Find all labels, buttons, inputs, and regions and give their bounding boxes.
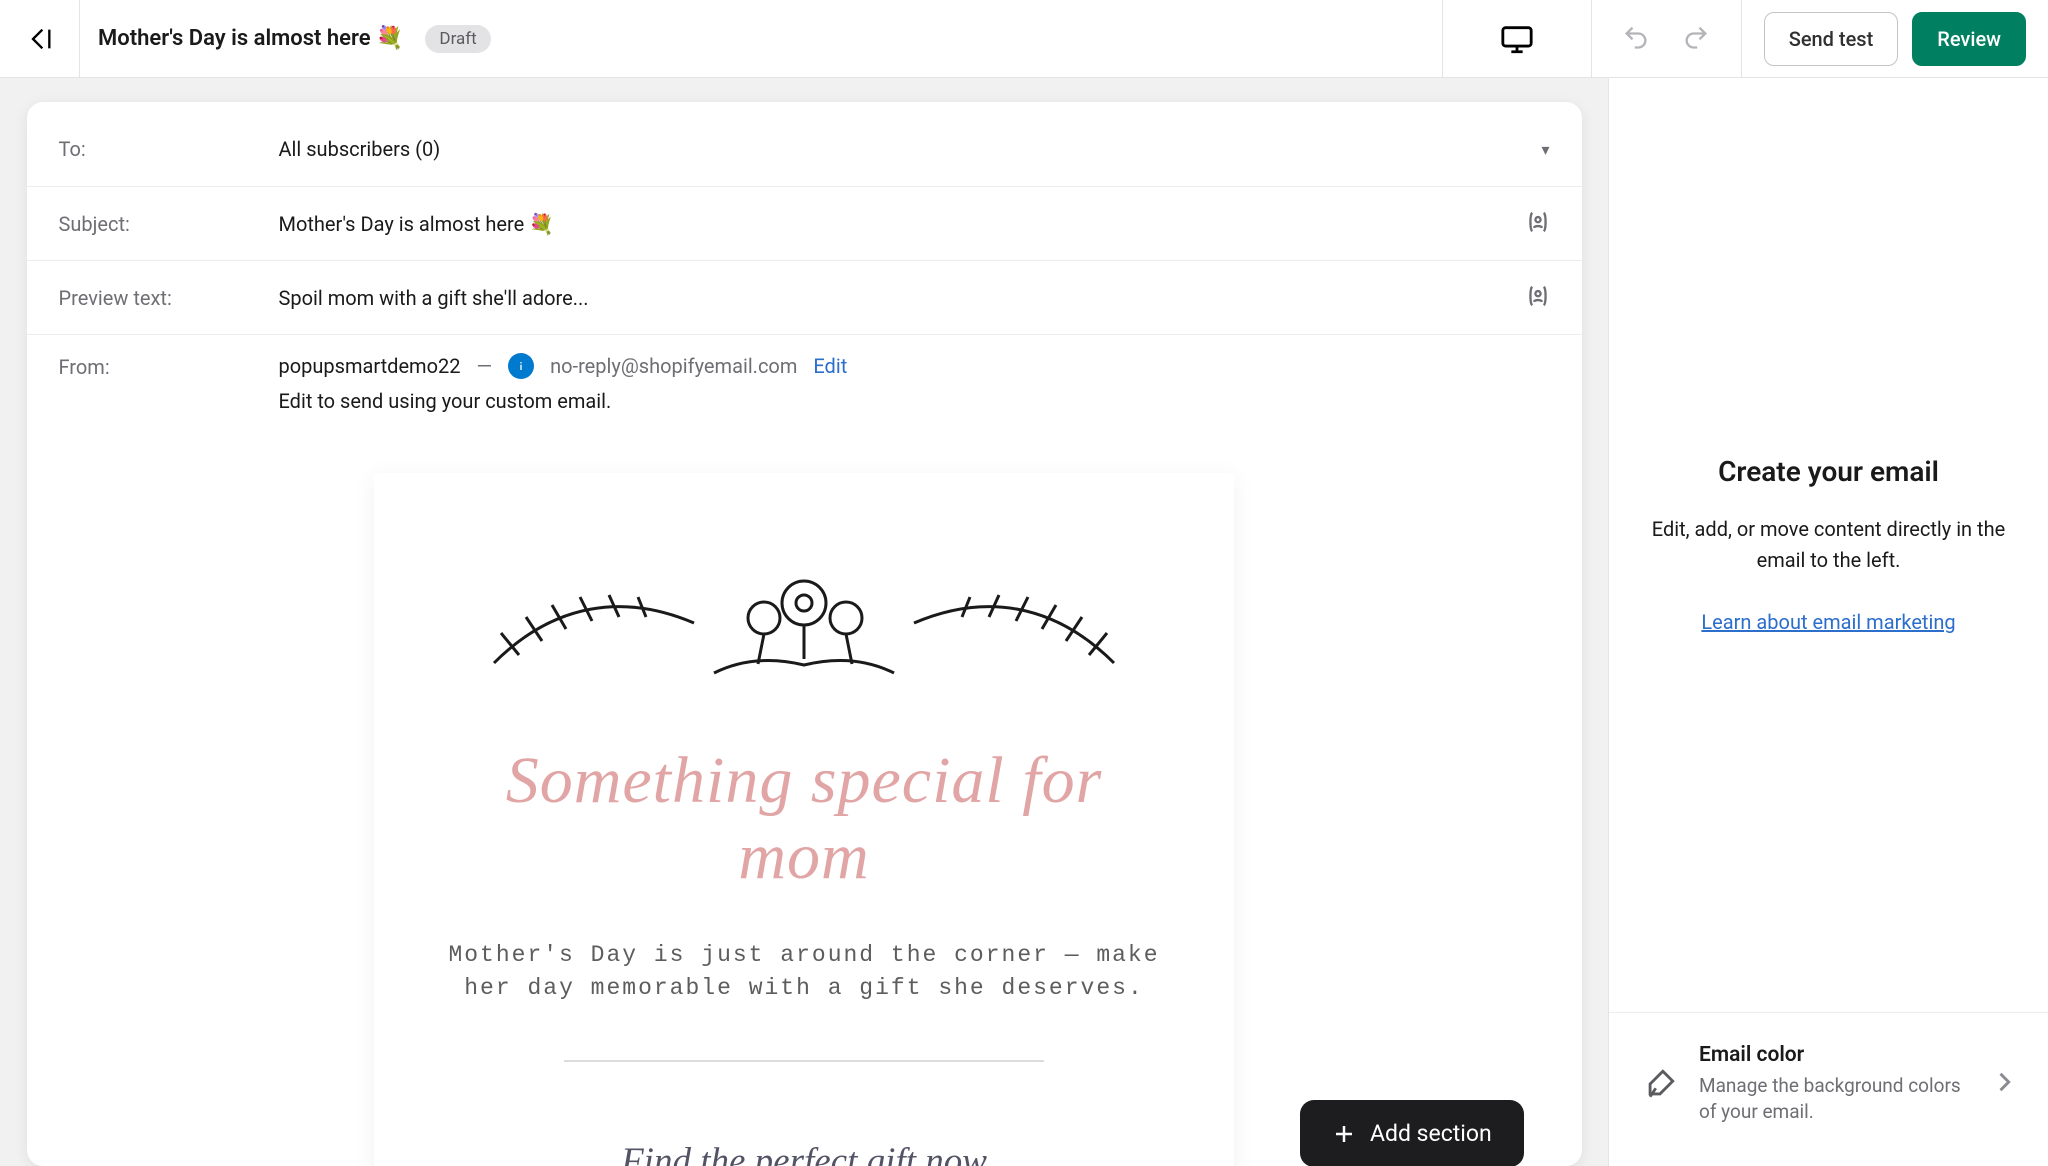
editor-pane: To: All subscribers (0) ▾ Subject: Mothe… xyxy=(0,78,1608,1166)
email-headline[interactable]: Something special for mom xyxy=(434,743,1174,895)
email-subtext[interactable]: Mother's Day is just around the corner —… xyxy=(434,939,1174,1006)
email-canvas[interactable]: Something special for mom Mother's Day i… xyxy=(374,473,1234,1166)
subject-value: Mother's Day is almost here 💐 xyxy=(279,212,1550,236)
to-label: To: xyxy=(59,137,279,161)
device-preview-toggle[interactable] xyxy=(1442,0,1592,77)
exit-icon xyxy=(26,25,54,53)
subject-row[interactable]: Subject: Mother's Day is almost here 💐 xyxy=(27,186,1582,260)
undo-button[interactable] xyxy=(1622,23,1650,55)
add-section-label: Add section xyxy=(1370,1120,1492,1147)
insert-variable-button[interactable] xyxy=(1524,208,1552,240)
learn-more-link[interactable]: Learn about email marketing xyxy=(1701,610,1955,634)
preview-text-value: Spoil mom with a gift she'll adore... xyxy=(279,286,1550,310)
page-title: Mother's Day is almost here 💐 xyxy=(98,26,403,51)
from-hint: Edit to send using your custom email. xyxy=(279,389,1550,413)
paintbrush-icon xyxy=(1643,1067,1677,1101)
email-section-heading[interactable]: Find the perfect gift now xyxy=(621,1140,987,1166)
side-heading: Create your email xyxy=(1718,455,1939,488)
redo-icon xyxy=(1682,23,1710,51)
add-section-button[interactable]: Add section xyxy=(1300,1100,1524,1166)
redo-button[interactable] xyxy=(1682,23,1710,55)
subject-label: Subject: xyxy=(59,212,279,236)
divider xyxy=(564,1060,1044,1062)
preview-text-label: Preview text: xyxy=(59,286,279,310)
status-badge: Draft xyxy=(425,25,490,53)
send-test-button[interactable]: Send test xyxy=(1764,12,1899,66)
chevron-right-icon xyxy=(1990,1068,2018,1100)
from-noreply-address: no-reply@shopifyemail.com xyxy=(550,354,797,378)
review-button[interactable]: Review xyxy=(1912,12,2026,66)
info-icon xyxy=(508,353,534,379)
info-glyph-icon xyxy=(513,358,529,374)
desktop-icon xyxy=(1500,22,1534,56)
undo-icon xyxy=(1622,23,1650,51)
email-color-desc: Manage the background colors of your ema… xyxy=(1699,1073,1972,1126)
from-label: From: xyxy=(59,355,279,379)
to-value: All subscribers (0) xyxy=(279,137,1534,161)
exit-button[interactable] xyxy=(0,0,80,77)
insert-variable-button-2[interactable] xyxy=(1524,282,1552,314)
edit-from-link[interactable]: Edit xyxy=(813,354,847,378)
preview-text-row[interactable]: Preview text: Spoil mom with a gift she'… xyxy=(27,260,1582,334)
caret-down-icon: ▾ xyxy=(1541,140,1549,159)
side-description: Edit, add, or move content directly in t… xyxy=(1649,514,2008,576)
floral-illustration xyxy=(464,563,1144,693)
to-row[interactable]: To: All subscribers (0) ▾ xyxy=(27,112,1582,186)
person-placeholder-icon xyxy=(1524,282,1552,310)
person-placeholder-icon xyxy=(1524,208,1552,236)
plus-icon xyxy=(1332,1122,1356,1146)
from-sender: popupsmartdemo22 xyxy=(279,354,461,378)
email-color-row[interactable]: Email color Manage the background colors… xyxy=(1609,1012,2048,1166)
email-color-title: Email color xyxy=(1699,1043,1972,1067)
separator-dash: — xyxy=(476,354,492,378)
side-panel: Create your email Edit, add, or move con… xyxy=(1608,78,2048,1166)
paint-icon xyxy=(1639,1063,1681,1105)
from-row: From: popupsmartdemo22 — no-reply@shopif… xyxy=(27,334,1582,431)
